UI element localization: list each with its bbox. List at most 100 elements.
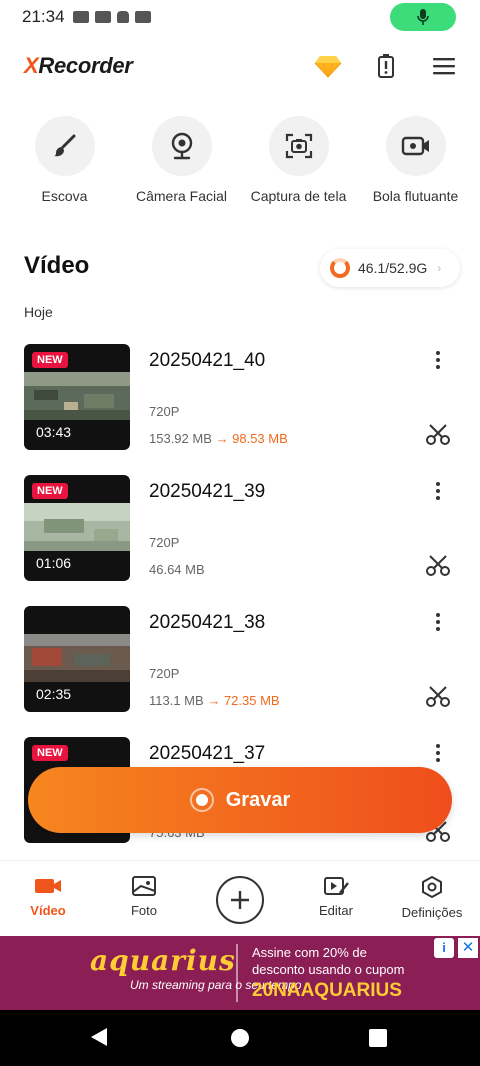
ad-divider xyxy=(236,944,238,1002)
scissors-icon xyxy=(426,555,450,576)
app-header: XRecorder xyxy=(0,44,480,88)
more-options-button[interactable] xyxy=(428,741,448,765)
back-icon[interactable] xyxy=(91,1028,107,1046)
more-options-button[interactable] xyxy=(428,479,448,503)
new-badge: NEW xyxy=(32,745,68,761)
video-size: 153.92 MB → 98.53 MB xyxy=(149,431,288,446)
nav-label: Vídeo xyxy=(30,903,66,918)
video-name: 20250421_37 xyxy=(149,743,266,764)
video-name: 20250421_39 xyxy=(149,481,266,502)
photo-icon xyxy=(132,876,156,896)
settings-hex-icon xyxy=(422,875,442,899)
video-name: 20250421_40 xyxy=(149,350,266,371)
battery-alert-icon xyxy=(378,54,394,78)
video-camera-icon xyxy=(35,879,61,893)
status-bar: 21:34 xyxy=(0,0,480,34)
plus-icon xyxy=(231,891,249,909)
video-duration: 03:43 xyxy=(36,424,72,440)
video-thumbnail[interactable]: NEW 01:06 xyxy=(24,475,130,581)
tool-label: Bola flutuante xyxy=(372,188,459,204)
chevron-right-icon: › xyxy=(437,261,442,275)
home-icon[interactable] xyxy=(231,1029,249,1047)
video-item[interactable]: NEW 01:06 20250421_39 720P 46.64 MB xyxy=(0,475,480,583)
video-size: 113.1 MB → 72.35 MB xyxy=(149,693,280,708)
ad-close-icon[interactable]: ✕ xyxy=(458,938,478,958)
hamburger-menu-icon xyxy=(433,58,455,75)
status-time: 21:34 xyxy=(22,7,65,26)
game-scene-thumbnail xyxy=(24,372,130,420)
date-group-label: Hoje xyxy=(24,304,53,320)
ad-info-icon[interactable]: i xyxy=(434,938,454,958)
ad-coupon-code: 20NAAQUARIUS xyxy=(252,980,402,1001)
video-size: 46.64 MB xyxy=(149,562,205,577)
tool-label: Captura de tela xyxy=(250,188,347,204)
notification-icons xyxy=(72,11,151,23)
video-resolution: 720P xyxy=(149,666,180,681)
battery-button[interactable] xyxy=(370,50,402,82)
nav-settings[interactable]: Definições xyxy=(384,875,480,920)
edit-icon xyxy=(324,877,349,895)
new-badge: NEW xyxy=(32,352,68,368)
more-options-button[interactable] xyxy=(428,348,448,372)
video-resolution: 720P xyxy=(149,535,180,550)
system-nav-bar xyxy=(0,1010,480,1066)
video-thumbnail[interactable]: NEW 03:43 xyxy=(24,344,130,450)
compressed-size: → 98.53 MB xyxy=(215,431,288,446)
android-icon xyxy=(116,11,129,23)
ad-offer: Assine com 20% de desconto usando o cupo… xyxy=(252,945,405,977)
new-badge: NEW xyxy=(32,483,68,499)
more-options-button[interactable] xyxy=(428,610,448,634)
menu-button[interactable] xyxy=(428,50,460,82)
add-button[interactable] xyxy=(216,876,264,924)
game-scene-thumbnail xyxy=(24,503,130,551)
video-resolution: 720P xyxy=(149,404,180,419)
nav-photo[interactable]: Foto xyxy=(96,875,192,918)
mic-indicator[interactable] xyxy=(390,3,456,31)
microphone-icon xyxy=(417,9,429,25)
brush-icon xyxy=(53,134,75,157)
app-logo: XRecorder xyxy=(24,53,133,78)
storage-ring-icon xyxy=(330,258,350,278)
video-name: 20250421_38 xyxy=(149,612,266,633)
scissors-icon xyxy=(426,424,450,445)
youtube-icon xyxy=(72,11,89,23)
nav-label: Foto xyxy=(130,903,157,918)
youtube-icon xyxy=(94,11,111,23)
ad-banner[interactable]: aquarius Um streaming para o seu tempo A… xyxy=(0,936,480,1010)
video-item[interactable]: 02:35 20250421_38 720P 113.1 MB → 72.35 … xyxy=(0,606,480,714)
record-icon xyxy=(189,788,214,812)
bottom-nav: Vídeo Foto Editar Definições xyxy=(0,860,480,936)
tools-row: Escova Câmera Facial Captura de tela Bol… xyxy=(0,116,480,204)
storage-button[interactable]: 46.1/52.9G › xyxy=(320,249,460,287)
record-button[interactable]: Gravar xyxy=(28,767,452,833)
tool-label: Câmera Facial xyxy=(135,188,228,204)
nav-edit[interactable]: Editar xyxy=(288,875,384,918)
trim-button[interactable] xyxy=(426,555,450,582)
floating-camera-icon xyxy=(401,136,429,156)
nav-label: Definições xyxy=(401,905,463,920)
tool-brush[interactable]: Escova xyxy=(9,116,121,204)
recents-icon[interactable] xyxy=(369,1029,387,1047)
video-thumbnail[interactable]: 02:35 xyxy=(24,606,130,712)
video-item[interactable]: NEW 03:43 20250421_40 720P 153.92 MB → 9… xyxy=(0,344,480,452)
video-duration: 01:06 xyxy=(36,555,72,571)
scissors-icon xyxy=(426,686,450,707)
trim-button[interactable] xyxy=(426,424,450,451)
record-label: Gravar xyxy=(225,788,291,811)
webcam-icon xyxy=(171,132,192,160)
video-recorder-icon xyxy=(134,11,151,23)
compressed-size: → 72.35 MB xyxy=(207,693,280,708)
game-scene-thumbnail xyxy=(24,634,130,682)
ad-brand: aquarius xyxy=(90,944,236,977)
tool-screenshot[interactable]: Captura de tela xyxy=(243,116,355,204)
trim-button[interactable] xyxy=(426,686,450,713)
tool-facecam[interactable]: Câmera Facial xyxy=(126,116,238,204)
tool-label: Escova xyxy=(41,188,88,204)
diamond-icon xyxy=(314,56,342,78)
premium-button[interactable] xyxy=(312,50,344,82)
nav-video[interactable]: Vídeo xyxy=(0,875,96,918)
tool-floating-ball[interactable]: Bola flutuante xyxy=(360,116,472,204)
section-title: Vídeo xyxy=(24,252,90,279)
video-duration: 02:35 xyxy=(36,686,72,702)
screenshot-camera-icon xyxy=(285,133,312,159)
